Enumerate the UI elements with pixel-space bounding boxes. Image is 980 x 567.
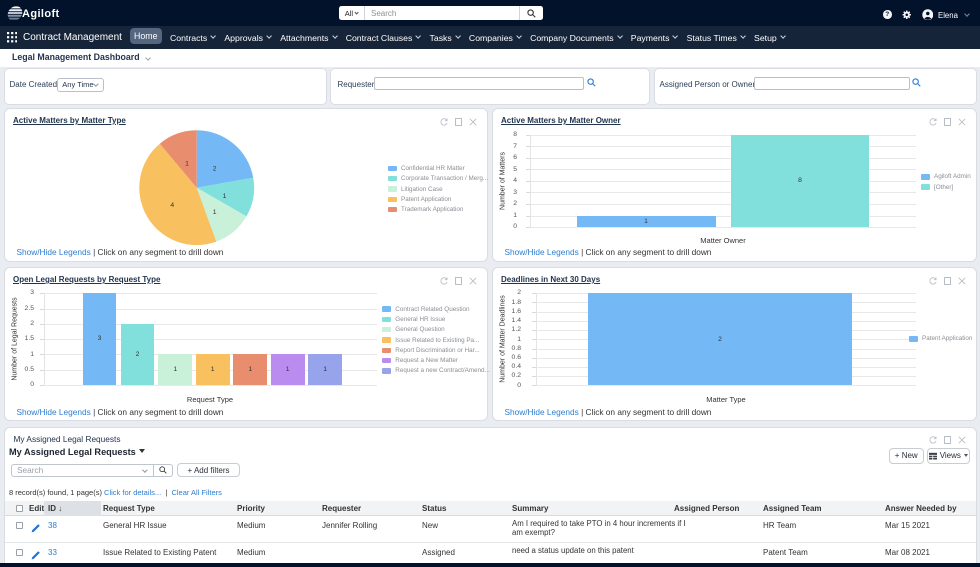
svg-text:4: 4 xyxy=(170,202,174,209)
svg-text:1: 1 xyxy=(222,192,226,199)
svg-text:1: 1 xyxy=(212,209,216,216)
svg-text:2: 2 xyxy=(212,165,216,172)
svg-text:1: 1 xyxy=(185,160,189,167)
